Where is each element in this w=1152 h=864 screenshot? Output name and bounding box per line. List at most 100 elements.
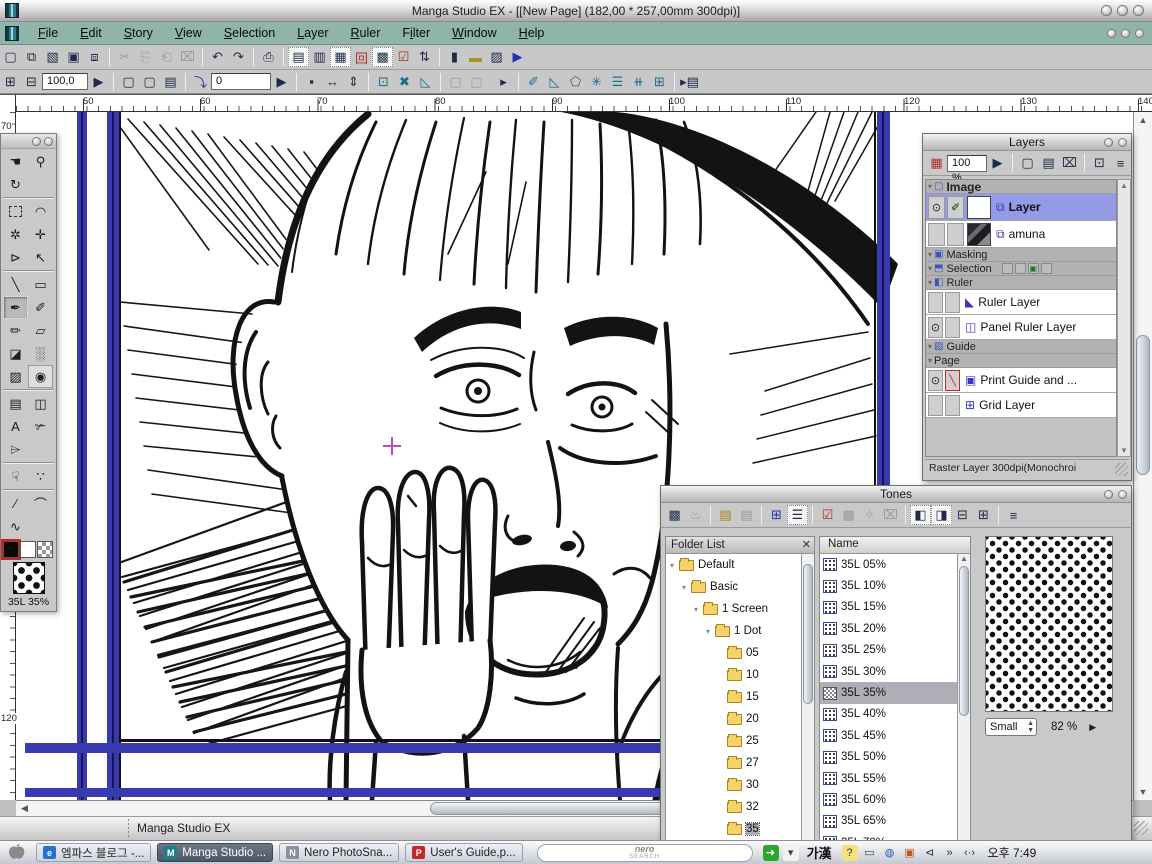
draw-toggle[interactable]: ✐ xyxy=(947,196,964,219)
draw-toggle[interactable] xyxy=(945,395,960,416)
page-number-field[interactable]: 0 xyxy=(211,73,271,90)
lasso-tool-icon[interactable]: ◠ xyxy=(28,200,53,223)
paste-button[interactable]: ⎗ xyxy=(156,47,177,67)
new-layer-button[interactable]: ▢ xyxy=(1017,153,1038,173)
story-editor-toggle[interactable]: ▤ xyxy=(288,47,309,67)
tone-tool-icon[interactable]: ◉ xyxy=(28,365,53,388)
rectangle-tool-icon[interactable]: ▭ xyxy=(28,273,53,296)
draw-aid-pen-button[interactable]: ✐ xyxy=(523,72,544,92)
menu-view[interactable]: View xyxy=(164,22,213,45)
layer-section-ruler[interactable]: ▾◧Ruler xyxy=(926,276,1116,290)
menu-ruler[interactable]: Ruler xyxy=(340,22,392,45)
materials-button[interactable]: ▬ xyxy=(465,47,486,67)
find-button[interactable]: ▨ xyxy=(486,47,507,67)
menu-selection[interactable]: Selection xyxy=(213,22,286,45)
tone-list-scrollbar[interactable]: ▲ xyxy=(957,554,970,860)
help-tray-icon[interactable]: ? xyxy=(842,845,858,861)
next-page-button[interactable]: ▢ xyxy=(139,72,160,92)
scroll-left-arrow[interactable]: ◀ xyxy=(17,802,32,815)
cut-button[interactable]: ✂ xyxy=(114,47,135,67)
folder-row-20[interactable]: 20 xyxy=(666,708,801,730)
menu-file[interactable]: File xyxy=(27,22,69,45)
page-manager-toggle[interactable]: ▥ xyxy=(309,47,330,67)
scroll-down-arrow[interactable]: ▼ xyxy=(1135,785,1151,799)
network-globe-icon[interactable]: ◍ xyxy=(882,845,898,861)
new-story-button[interactable]: ⧉ xyxy=(21,47,42,67)
layer-thumbnail[interactable] xyxy=(967,196,991,219)
tools-minimize-button[interactable] xyxy=(32,137,41,146)
zoom-out-button[interactable]: ⊞ xyxy=(0,72,21,92)
nero-search-box[interactable]: nero SEARCH xyxy=(537,844,753,862)
eye-toggle[interactable] xyxy=(928,292,943,313)
line-tool-icon[interactable]: ╲ xyxy=(3,273,28,296)
chevron-tray-icon[interactable]: » xyxy=(942,845,958,861)
folder-row-05[interactable]: 05 xyxy=(666,642,801,664)
lan-tray-icon[interactable]: ‹·› xyxy=(962,845,978,861)
ime-options-icon[interactable]: ▾ xyxy=(783,845,799,861)
preview-zoom-arrow-icon[interactable]: ▶ xyxy=(1089,722,1096,733)
tone-item[interactable]: 35L 45% xyxy=(820,725,957,746)
text-tool-icon[interactable]: A xyxy=(3,415,28,438)
page-menu-arrow[interactable]: ▶ xyxy=(271,72,292,92)
lock-layer-button[interactable]: ⊡ xyxy=(1089,153,1110,173)
snap-shape-button[interactable]: ◺ xyxy=(415,72,436,92)
select-arrow-tool-icon[interactable]: ↖ xyxy=(28,246,53,269)
zoom-in-button[interactable]: ⊟ xyxy=(21,72,42,92)
layer-row-panel-ruler-layer[interactable]: ⊙◫Panel Ruler Layer xyxy=(926,315,1116,340)
tone-item[interactable]: 35L 60% xyxy=(820,789,957,810)
redo-button[interactable]: ↷ xyxy=(228,47,249,67)
tone-item[interactable]: 35L 35% xyxy=(820,682,957,703)
draw-aid-poly-button[interactable]: ⬠ xyxy=(565,72,586,92)
maximize-button[interactable] xyxy=(1117,5,1128,16)
tone-name-header[interactable]: Name xyxy=(820,537,970,554)
marker-tool-icon[interactable]: ✏ xyxy=(3,319,28,342)
selection-mini-button[interactable] xyxy=(1041,263,1052,274)
draw-aid-lines-button[interactable]: ☰ xyxy=(607,72,628,92)
fit-height-button[interactable]: ⇕ xyxy=(343,72,364,92)
open-button[interactable]: ▧ xyxy=(42,47,63,67)
airbrush-tool-icon[interactable]: ░ xyxy=(28,342,53,365)
title-bar[interactable]: Manga Studio EX - [[New Page] (182,00 * … xyxy=(0,0,1152,22)
selection-mini-button[interactable] xyxy=(1015,263,1026,274)
start-button[interactable] xyxy=(0,841,30,864)
menu-window[interactable]: Window xyxy=(441,22,507,45)
preview-size-select[interactable]: Small ▲▼ xyxy=(985,718,1037,736)
tone-check-button[interactable]: ☑ xyxy=(817,505,838,525)
toolbar-handle[interactable]: ▸▤ xyxy=(679,72,700,92)
layers-panel-titlebar[interactable]: Layers xyxy=(923,134,1131,151)
layers-minimize-button[interactable] xyxy=(1104,138,1113,147)
tone-scroll-thumb[interactable] xyxy=(959,566,969,716)
tone-item[interactable]: 35L 05% xyxy=(820,554,957,575)
pattern-brush-tool-icon[interactable]: ∵ xyxy=(28,465,53,488)
draw-toggle[interactable] xyxy=(945,292,960,313)
view-name-button[interactable]: ◧ xyxy=(910,505,931,525)
ime-indicator[interactable]: 가漢 xyxy=(807,843,832,862)
object-select-tool-icon[interactable]: ⊳ xyxy=(3,246,28,269)
folder-row-15[interactable]: 15 xyxy=(666,686,801,708)
layers-close-button[interactable] xyxy=(1118,138,1127,147)
eye-toggle[interactable]: ⊙ xyxy=(928,196,945,219)
display-tray-icon[interactable]: ▭ xyxy=(862,845,878,861)
layer-section-page[interactable]: ▾Page xyxy=(926,354,1116,368)
zoom-menu-arrow[interactable]: ▶ xyxy=(88,72,109,92)
scroll-up-arrow[interactable]: ▲ xyxy=(1135,113,1151,127)
draw-toggle[interactable] xyxy=(945,317,960,338)
tone-scroll-up[interactable]: ▲ xyxy=(958,554,970,563)
section-collapse-icon[interactable]: ▾ xyxy=(928,264,932,273)
nero-tray-icon[interactable]: ▣ xyxy=(902,845,918,861)
current-tone-chip[interactable] xyxy=(13,562,45,594)
folder-row-basic[interactable]: ▾Basic xyxy=(666,576,801,598)
magic-wand-tool-icon[interactable]: ✲ xyxy=(3,223,28,246)
view-pattern-button[interactable]: ◨ xyxy=(931,505,952,525)
folder-down-button[interactable]: ▤ xyxy=(736,505,757,525)
eye-toggle[interactable] xyxy=(928,395,943,416)
menu-layer[interactable]: Layer xyxy=(286,22,339,45)
jump-page-button[interactable]: ⤵ xyxy=(190,72,211,92)
layers-resize-grip[interactable] xyxy=(1115,463,1128,476)
tone-item[interactable]: 35L 65% xyxy=(820,811,957,832)
pen-tool-icon[interactable]: ✒ xyxy=(3,296,28,319)
ime-arrow-icon[interactable]: ➜ xyxy=(763,845,779,861)
layer-section-guide[interactable]: ▾▨Guide xyxy=(926,340,1116,354)
layer-section-masking[interactable]: ▾▣Masking xyxy=(926,248,1116,262)
opacity-menu-arrow[interactable]: ▶ xyxy=(987,153,1008,173)
